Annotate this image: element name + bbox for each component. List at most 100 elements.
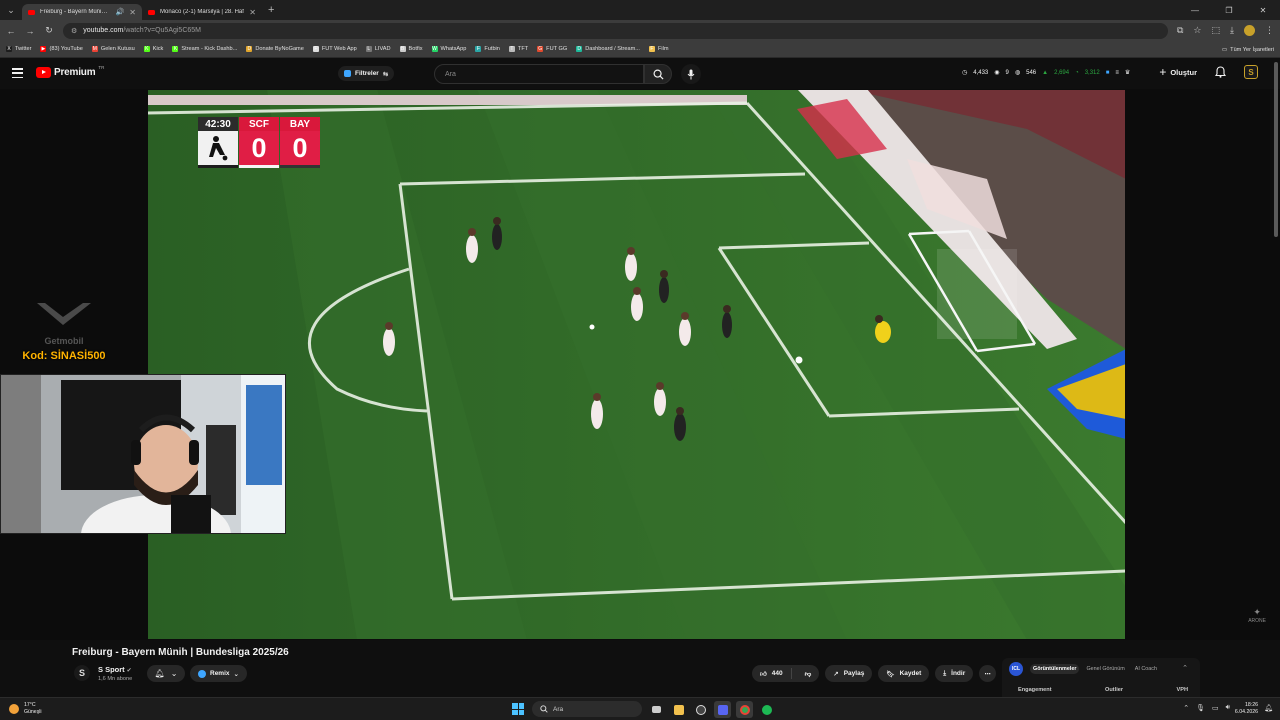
bookmark-favicon-icon: W [431, 46, 438, 52]
bookmark-star-icon[interactable]: ☆ [1193, 25, 1201, 36]
bookmark-favicon-icon: B [399, 46, 406, 52]
subscription-bell-button[interactable]: 🔔︎ ⌄ [147, 665, 185, 682]
bookmark-item[interactable]: W WhatsApp [431, 46, 466, 52]
speaker-icon[interactable]: 🔊 [116, 8, 125, 16]
minimize-button[interactable]: — [1178, 6, 1212, 15]
bookmark-item[interactable]: D Dashboard / Stream... [576, 46, 640, 52]
back-icon[interactable]: ← [6, 26, 16, 36]
taskbar-search-input[interactable]: Ara [532, 701, 642, 717]
bookmark-item[interactable]: K Stream - Kick Dashb... [172, 46, 237, 52]
browser-menu-icon[interactable]: ⋮ [1265, 25, 1274, 36]
tab-close-icon[interactable]: ✕ [249, 8, 256, 17]
tab-ai-coach[interactable]: AI Coach [1132, 664, 1160, 674]
create-button[interactable]: + Oluştur [1159, 65, 1197, 79]
channel-name[interactable]: S Sport ✔ [98, 665, 132, 674]
remix-label: Remix [210, 670, 230, 677]
bookmark-item[interactable]: F FUT Web App [312, 46, 357, 52]
download-button[interactable]: ⤓ İndir [935, 665, 974, 682]
more-actions-button[interactable]: ⋯ [979, 665, 997, 682]
obs-icon[interactable] [692, 701, 709, 718]
profile-avatar[interactable] [1244, 25, 1255, 36]
tab-freiburg-bayern[interactable]: Freiburg - Bayern Münih | B 🔊 ✕ [22, 4, 142, 20]
bookmark-item[interactable]: F Futbin [475, 46, 500, 52]
discord-icon[interactable] [714, 701, 731, 718]
spotify-icon[interactable] [758, 701, 775, 718]
bookmark-icon: 🔖︎ [886, 670, 895, 678]
site-info-icon[interactable]: ⚙ [71, 27, 77, 35]
sponsor-code: Kod: SİNASİ500 [22, 350, 106, 362]
menu-icon[interactable] [12, 68, 23, 78]
new-tab-button[interactable]: + [268, 4, 274, 16]
tab-close-icon[interactable]: ✕ [129, 8, 136, 17]
downloads-icon[interactable]: ⤓ [1230, 25, 1234, 36]
task-view-icon[interactable] [648, 701, 665, 718]
search-input[interactable]: Ara [434, 64, 644, 84]
network-icon[interactable]: ▭ [1212, 704, 1219, 712]
thumbs-down-icon: 👎︎ [804, 670, 812, 678]
reload-icon[interactable]: ↻ [44, 25, 54, 36]
forward-icon[interactable]: → [25, 26, 35, 36]
page-scrollbar[interactable] [1274, 62, 1278, 237]
like-button[interactable]: 👍︎ 440 [752, 668, 792, 679]
video-player[interactable]: 42:30 SCF 0 BAY 0 Getmobil Kod: SİNASİ50… [0, 89, 1280, 640]
match-video-frame[interactable]: 42:30 SCF 0 BAY 0 [147, 89, 1126, 640]
microphone-tray-icon[interactable]: 🎙︎ [1196, 704, 1205, 712]
filters-button[interactable]: Filtreler ⇆ [338, 66, 395, 81]
tab-monaco-marsilya[interactable]: Monaco (2-1) Marsilya | 28. Haf ✕ [142, 4, 262, 20]
like-count: 440 [771, 670, 783, 677]
download-icon: ⤓ [943, 669, 947, 677]
weather-widget[interactable]: 17°C Güneşli [9, 702, 42, 715]
account-avatar[interactable]: S [1244, 65, 1258, 79]
window-controls: — ❐ ✕ [1178, 0, 1280, 20]
extensions-icon[interactable]: ⬚ [1212, 25, 1221, 36]
bookmark-favicon-icon: X [6, 46, 12, 52]
tray-chevron-icon[interactable]: ⌃ [1183, 704, 1189, 712]
tab-search-icon[interactable]: ⌄ [0, 0, 22, 20]
youtube-logo[interactable]: Premium TR [36, 65, 104, 78]
trophy-icon[interactable]: ♛ [1125, 69, 1130, 76]
tab-overview[interactable]: Genel Görünüm [1083, 664, 1127, 674]
list-icon[interactable]: ≡ [1115, 70, 1119, 76]
notifications-bell-icon[interactable] [1215, 66, 1226, 78]
analytics-tabs: Görüntülenmeler Genel Görünüm AI Coach [1030, 664, 1160, 674]
file-explorer-icon[interactable] [670, 701, 687, 718]
save-button[interactable]: 🔖︎ Kaydet [878, 665, 930, 682]
bookmark-item[interactable]: T TFT [508, 46, 528, 52]
bookmark-item[interactable]: L LIVAD [365, 46, 391, 52]
bookmark-item[interactable]: F Film [648, 46, 669, 52]
channel-avatar[interactable]: S [74, 665, 90, 681]
close-window-button[interactable]: ✕ [1246, 6, 1280, 15]
share-button[interactable]: ↗ Paylaş [825, 665, 873, 682]
search-icon [653, 69, 664, 80]
search-button[interactable] [644, 64, 672, 84]
more-horizontal-icon: ⋯ [984, 670, 992, 678]
bookmark-item[interactable]: B Botfix [399, 46, 423, 52]
start-button-icon[interactable] [512, 703, 524, 715]
dislike-button[interactable]: 👎︎ [797, 670, 820, 678]
col-engagement: Engagement [1018, 687, 1052, 693]
growth-icon: ▲ [1042, 69, 1049, 76]
volume-icon[interactable]: 🔊︎ [1226, 704, 1230, 712]
url-path: /watch?v=Qu5Agi5C65M [123, 27, 202, 34]
maximize-button[interactable]: ❐ [1212, 6, 1246, 15]
away-score: 0 [280, 131, 320, 165]
tab-views[interactable]: Görüntülenmeler [1030, 664, 1080, 674]
url-bar[interactable]: ⚙ youtube.com/watch?v=Qu5Agi5C65M [63, 22, 1168, 39]
bookmark-item[interactable]: X Twitter [6, 46, 31, 52]
all-bookmarks-folder[interactable]: ▭ Tüm Yer İşaretleri [1222, 41, 1274, 58]
bookmark-item[interactable]: K Kick [143, 46, 163, 52]
chevron-up-icon[interactable]: ⌃ [1182, 664, 1188, 672]
remix-button[interactable]: Remix ⌄ [190, 665, 247, 682]
bookmark-item[interactable]: M Gelen Kutusu [91, 46, 135, 52]
chrome-icon[interactable] [736, 701, 753, 718]
bookmark-item[interactable]: D Donate ByNoGame [246, 46, 304, 52]
notification-center-icon[interactable]: 🔔︎ [1264, 704, 1273, 712]
clock-date: 6.04.2026 [1234, 709, 1258, 715]
extension-icon[interactable]: ■ [1106, 70, 1110, 76]
bookmark-item[interactable]: ▶ (83) YouTube [40, 46, 83, 52]
cast-icon[interactable]: ⧉ [1177, 25, 1183, 36]
voice-search-button[interactable] [681, 64, 701, 84]
search-placeholder: Ara [445, 70, 456, 78]
bookmark-item[interactable]: G FUT GG [537, 46, 567, 52]
taskbar-clock[interactable]: 18:26 6.04.2026 [1235, 702, 1258, 716]
